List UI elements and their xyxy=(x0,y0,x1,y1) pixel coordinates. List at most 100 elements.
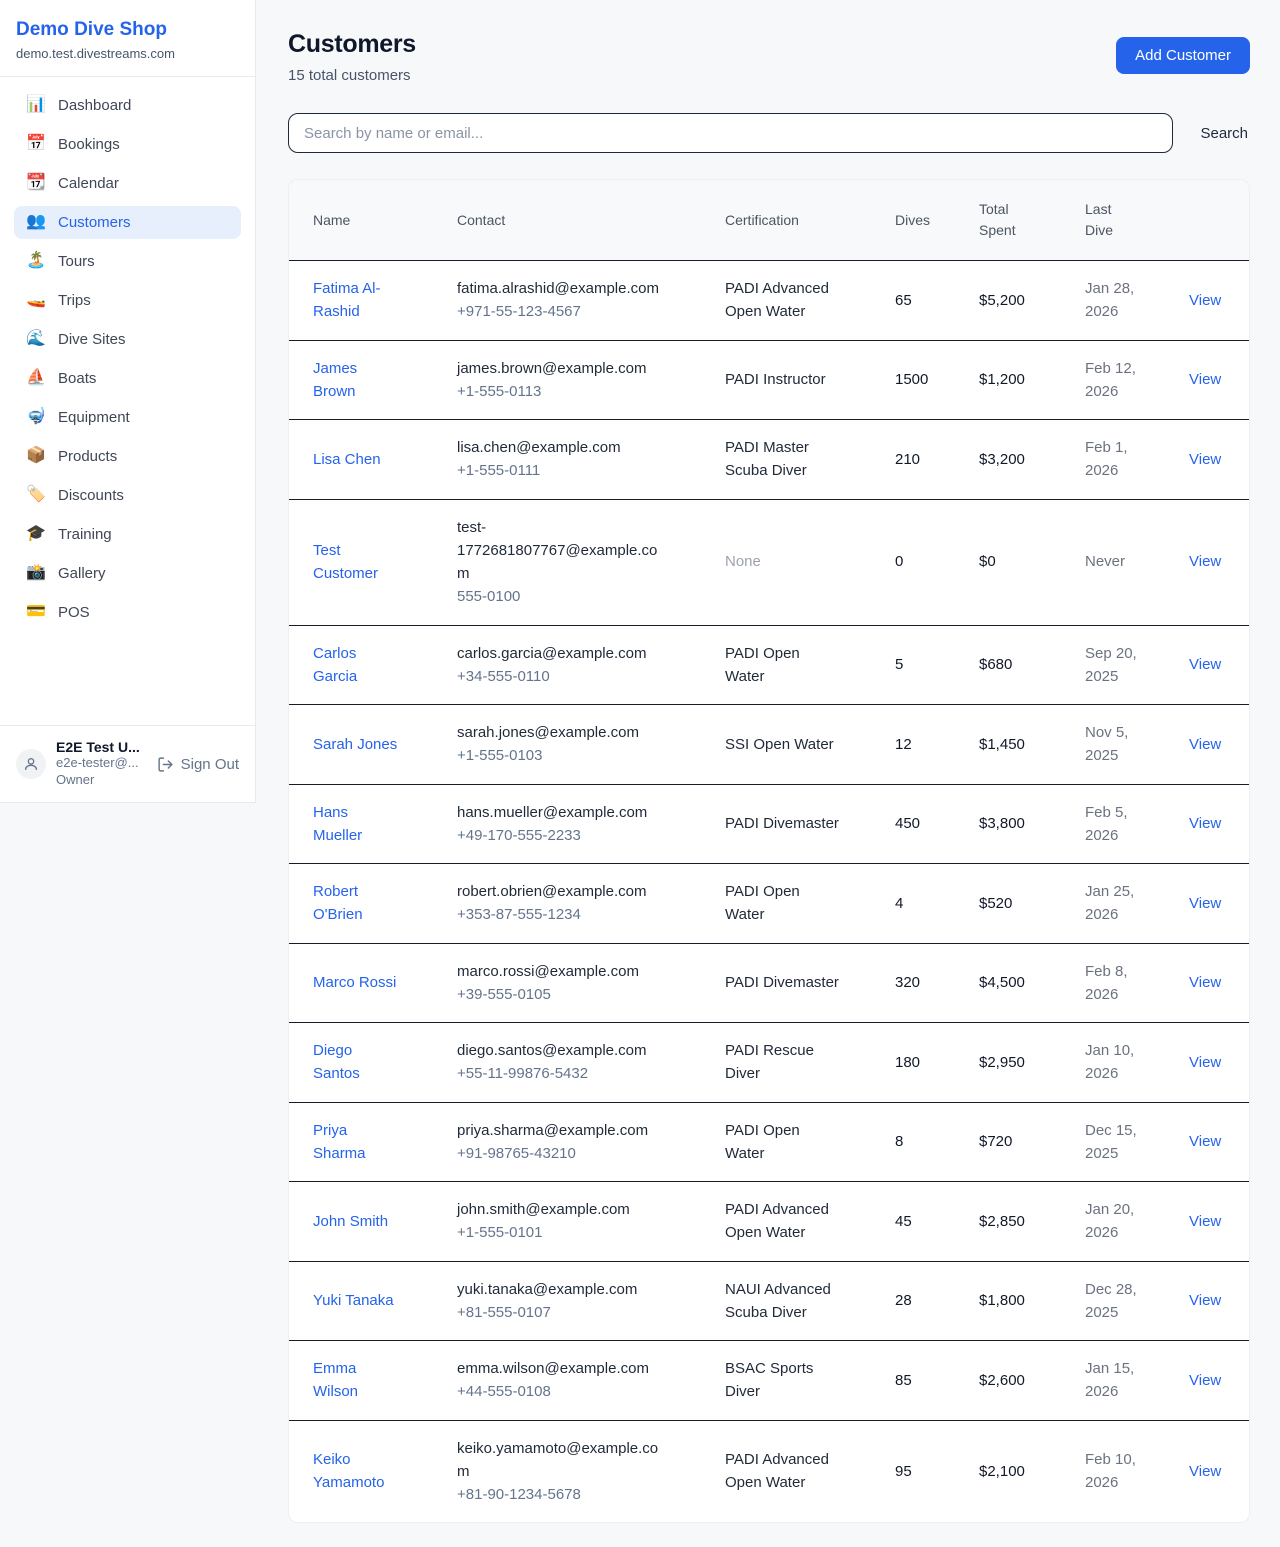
customer-total-spent: $720 xyxy=(979,1133,1012,1150)
search-button[interactable]: Search xyxy=(1198,121,1250,146)
view-link[interactable]: View xyxy=(1189,815,1221,832)
view-link[interactable]: View xyxy=(1189,1372,1221,1389)
customer-name-link[interactable]: John Smith xyxy=(313,1210,388,1233)
customer-email: yuki.tanaka@example.com xyxy=(457,1278,637,1301)
sidebar-nav: 📊 Dashboard 📅 Bookings 📆 Calendar 👥 Cust… xyxy=(0,77,255,726)
view-link[interactable]: View xyxy=(1189,553,1221,570)
view-link[interactable]: View xyxy=(1189,974,1221,991)
customer-name-link[interactable]: Lisa Chen xyxy=(313,448,381,471)
sidebar-item-gallery[interactable]: 📸 Gallery xyxy=(14,557,241,590)
view-link[interactable]: View xyxy=(1189,1213,1221,1230)
view-link[interactable]: View xyxy=(1189,371,1221,388)
customer-certification: PADI Divemaster xyxy=(725,812,839,835)
customer-name-link[interactable]: Hans Mueller xyxy=(313,801,399,848)
column-header-name: Name xyxy=(289,180,445,261)
customer-last-dive: Jan 20, 2026 xyxy=(1085,1198,1143,1245)
package-icon: 📦 xyxy=(26,448,46,464)
table-row: John Smith john.smith@example.com +1-555… xyxy=(289,1182,1249,1262)
customer-dives: 0 xyxy=(895,553,903,570)
column-header-dives: Dives xyxy=(883,180,967,261)
customer-total-spent: $1,450 xyxy=(979,736,1025,753)
view-link[interactable]: View xyxy=(1189,292,1221,309)
sidebar-item-equipment[interactable]: 🤿 Equipment xyxy=(14,401,241,434)
customer-certification: PADI Divemaster xyxy=(725,971,839,994)
customer-phone: +49-170-555-2233 xyxy=(457,824,701,847)
table-row: Emma Wilson emma.wilson@example.com +44-… xyxy=(289,1341,1249,1421)
customers-table-body: Fatima Al-Rashid fatima.alrashid@example… xyxy=(289,261,1249,1523)
table-row: Test Customer test-1772681807767@example… xyxy=(289,499,1249,625)
column-header-contact: Contact xyxy=(445,180,713,261)
customer-last-dive: Jan 25, 2026 xyxy=(1085,880,1143,927)
customer-name-link[interactable]: Carlos Garcia xyxy=(313,642,399,689)
customer-certification: PADI Master Scuba Diver xyxy=(725,436,839,483)
view-link[interactable]: View xyxy=(1189,1463,1221,1480)
add-customer-button[interactable]: Add Customer xyxy=(1116,37,1250,74)
customer-dives: 450 xyxy=(895,815,920,832)
customer-name-link[interactable]: Diego Santos xyxy=(313,1039,399,1086)
customer-name-link[interactable]: Yuki Tanaka xyxy=(313,1289,394,1312)
customer-name-link[interactable]: Test Customer xyxy=(313,539,399,586)
customer-phone: +81-555-0107 xyxy=(457,1301,701,1324)
sidebar-item-products[interactable]: 📦 Products xyxy=(14,440,241,473)
sidebar-item-pos[interactable]: 💳 POS xyxy=(14,596,241,629)
customer-email: emma.wilson@example.com xyxy=(457,1357,649,1380)
speedboat-icon: 🚤 xyxy=(26,292,46,308)
customer-count: 15 total customers xyxy=(288,67,416,84)
view-link[interactable]: View xyxy=(1189,656,1221,673)
sidebar-item-discounts[interactable]: 🏷️ Discounts xyxy=(14,479,241,512)
customer-total-spent: $2,100 xyxy=(979,1463,1025,1480)
customer-certification: PADI Instructor xyxy=(725,368,826,391)
table-row: Yuki Tanaka yuki.tanaka@example.com +81-… xyxy=(289,1261,1249,1341)
sidebar-item-label: Gallery xyxy=(58,565,106,582)
shop-domain: demo.test.divestreams.com xyxy=(16,46,239,61)
customer-phone: +353-87-555-1234 xyxy=(457,903,701,926)
column-header-certification: Certification xyxy=(713,180,883,261)
customer-certification: SSI Open Water xyxy=(725,733,834,756)
column-header-last-dive: Last Dive xyxy=(1073,180,1177,261)
customer-phone: +1-555-0103 xyxy=(457,744,701,767)
customer-dives: 180 xyxy=(895,1054,920,1071)
page-title: Customers xyxy=(288,30,416,59)
customer-name-link[interactable]: Priya Sharma xyxy=(313,1119,399,1166)
sidebar-item-dive-sites[interactable]: 🌊 Dive Sites xyxy=(14,323,241,356)
customer-dives: 1500 xyxy=(895,371,928,388)
sidebar-item-customers[interactable]: 👥 Customers xyxy=(14,206,241,239)
customer-dives: 45 xyxy=(895,1213,912,1230)
search-input[interactable] xyxy=(288,113,1173,153)
sign-out-button[interactable]: Sign Out xyxy=(157,756,239,773)
sidebar-item-label: POS xyxy=(58,604,90,621)
customer-total-spent: $680 xyxy=(979,656,1012,673)
view-link[interactable]: View xyxy=(1189,1292,1221,1309)
sidebar-item-dashboard[interactable]: 📊 Dashboard xyxy=(14,89,241,122)
customer-name-link[interactable]: Emma Wilson xyxy=(313,1357,399,1404)
graduation-cap-icon: 🎓 xyxy=(26,526,46,542)
sidebar-item-bookings[interactable]: 📅 Bookings xyxy=(14,128,241,161)
customer-email: hans.mueller@example.com xyxy=(457,801,647,824)
customer-last-dive: Never xyxy=(1085,550,1125,573)
customer-last-dive: Feb 8, 2026 xyxy=(1085,960,1143,1007)
table-row: Marco Rossi marco.rossi@example.com +39-… xyxy=(289,943,1249,1023)
customer-total-spent: $1,200 xyxy=(979,371,1025,388)
view-link[interactable]: View xyxy=(1189,736,1221,753)
view-link[interactable]: View xyxy=(1189,1054,1221,1071)
customer-dives: 65 xyxy=(895,292,912,309)
customer-phone: +55-11-99876-5432 xyxy=(457,1062,701,1085)
sidebar-item-boats[interactable]: ⛵ Boats xyxy=(14,362,241,395)
sidebar-item-training[interactable]: 🎓 Training xyxy=(14,518,241,551)
sidebar-item-trips[interactable]: 🚤 Trips xyxy=(14,284,241,317)
customer-name-link[interactable]: Fatima Al-Rashid xyxy=(313,277,399,324)
view-link[interactable]: View xyxy=(1189,451,1221,468)
view-link[interactable]: View xyxy=(1189,895,1221,912)
customer-name-link[interactable]: Keiko Yamamoto xyxy=(313,1448,399,1495)
customer-name-link[interactable]: James Brown xyxy=(313,357,399,404)
customer-name-link[interactable]: Robert O'Brien xyxy=(313,880,399,927)
main-content: Customers 15 total customers Add Custome… xyxy=(256,0,1280,1547)
sidebar-item-calendar[interactable]: 📆 Calendar xyxy=(14,167,241,200)
customer-name-link[interactable]: Marco Rossi xyxy=(313,971,396,994)
customer-name-link[interactable]: Sarah Jones xyxy=(313,733,397,756)
view-link[interactable]: View xyxy=(1189,1133,1221,1150)
diving-mask-icon: 🤿 xyxy=(26,409,46,425)
page-header: Customers 15 total customers Add Custome… xyxy=(288,30,1250,84)
sidebar-item-tours[interactable]: 🏝️ Tours xyxy=(14,245,241,278)
customer-certification: PADI Advanced Open Water xyxy=(725,1198,839,1245)
